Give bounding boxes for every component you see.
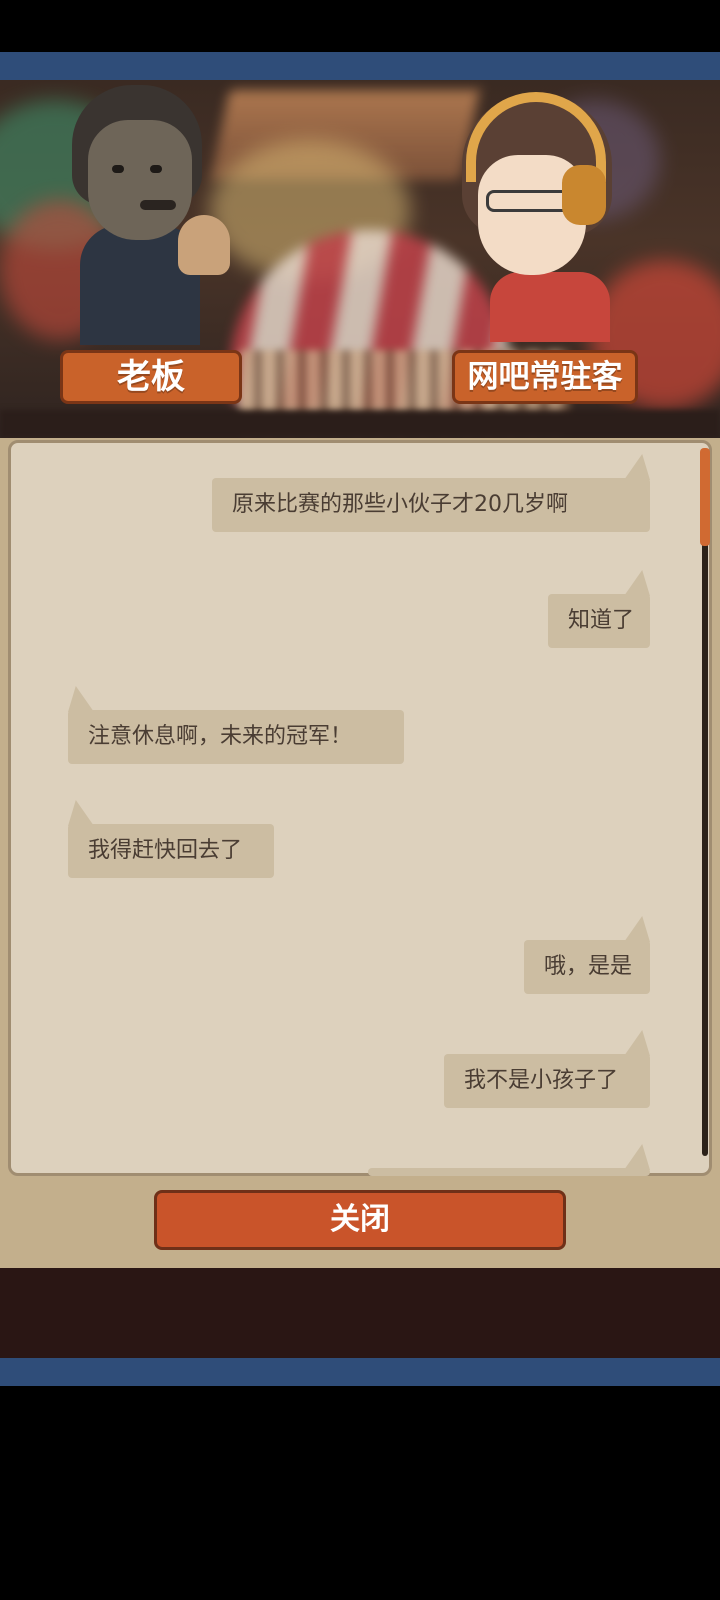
chat-bubble-left: 我得赶快回去了 [68, 824, 274, 878]
chat-bubble-right: 原来比赛的那些小伙子才20几岁啊 [212, 478, 650, 532]
chat-bubble-left: 注意休息啊，未来的冠军！ [68, 710, 404, 764]
boss-left-eye [112, 165, 124, 173]
close-button[interactable]: 关闭 [154, 1190, 566, 1250]
boss-hand [178, 215, 230, 275]
headphone-cup [562, 165, 606, 225]
boss-mustache [140, 200, 176, 210]
bottom-strip [0, 1268, 720, 1358]
speaker-nameplate-regular: 网吧常驻客 [452, 350, 638, 404]
top-band [0, 52, 720, 80]
chat-bubble-right: 我不是小孩子了 [444, 1054, 650, 1108]
chat-scrollbar-thumb[interactable] [700, 448, 710, 546]
bottom-band [0, 1358, 720, 1386]
chat-bubble-right-partial [368, 1168, 650, 1176]
glasses-icon [486, 190, 572, 212]
regular-body [490, 272, 610, 342]
chat-scrollbar[interactable] [702, 448, 708, 1156]
boss-right-eye [150, 165, 162, 173]
chat-bubble-right: 哦，是是 [524, 940, 650, 994]
boss-face [88, 120, 192, 240]
chat-bubble-right: 知道了 [548, 594, 650, 648]
speaker-nameplate-boss: 老板 [60, 350, 242, 404]
ground [0, 410, 720, 438]
